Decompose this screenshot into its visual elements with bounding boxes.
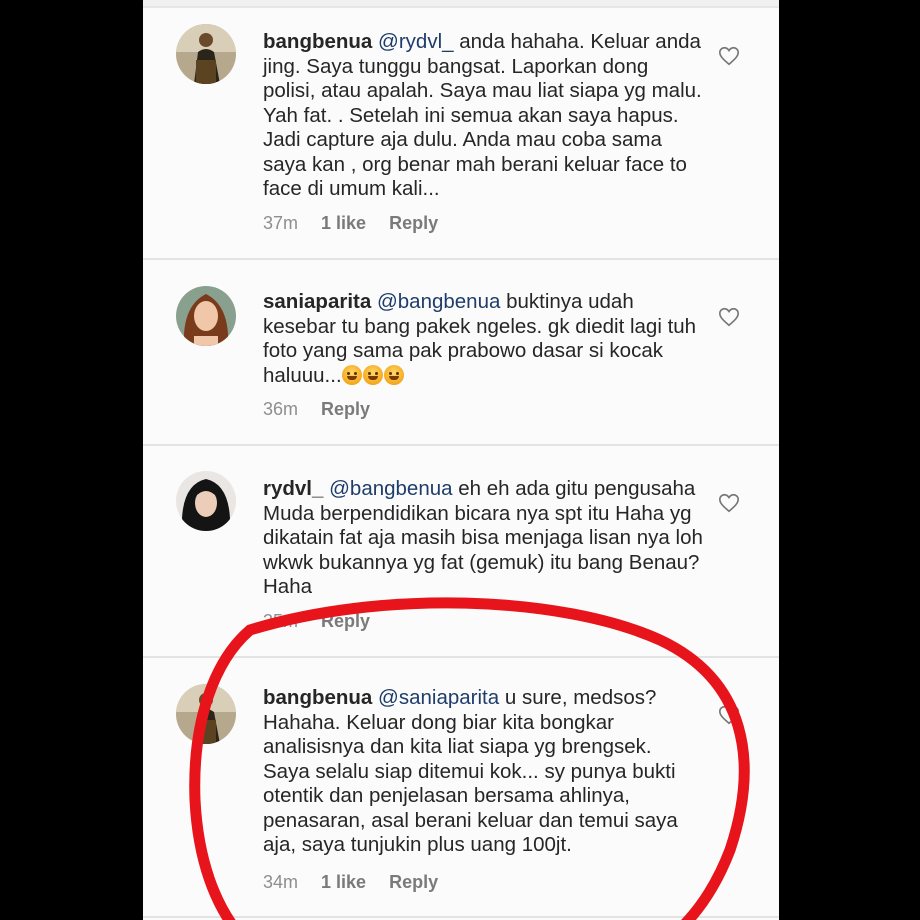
comment-meta: 35m Reply — [263, 611, 388, 632]
comment-text: bangbenua @rydvl_ anda hahaha. Keluar an… — [263, 30, 703, 202]
comment-body: anda hahaha. Keluar anda jing. Saya tung… — [263, 30, 702, 200]
comment-username[interactable]: rydvl_ — [263, 477, 323, 500]
comment-username[interactable]: bangbenua — [263, 30, 372, 53]
comment-divider — [143, 916, 779, 918]
comment-username[interactable]: saniaparita — [263, 290, 371, 313]
heart-icon[interactable] — [718, 704, 740, 726]
comments-screen: bangbenua @rydvl_ anda hahaha. Keluar an… — [143, 0, 779, 920]
comment-body: u sure, medsos? Hahaha. Keluar dong biar… — [263, 686, 678, 856]
heart-icon[interactable] — [718, 45, 740, 67]
reply-button[interactable]: Reply — [321, 611, 370, 631]
comment-meta: 34m 1 like Reply — [263, 872, 456, 893]
comment-meta: 37m 1 like Reply — [263, 213, 456, 234]
comment-divider — [143, 444, 779, 446]
comment-divider — [143, 258, 779, 260]
heart-icon[interactable] — [718, 306, 740, 328]
comment-mention[interactable]: @rydvl_ — [378, 30, 454, 53]
comment-divider — [143, 656, 779, 658]
smiley-emoji — [362, 364, 383, 385]
reply-button[interactable]: Reply — [389, 872, 438, 892]
smiley-emoji — [383, 364, 404, 385]
comment-meta: 36m Reply — [263, 399, 388, 420]
avatar-rydvl[interactable] — [176, 471, 236, 531]
comment-time: 37m — [263, 213, 299, 233]
avatar-saniaparita[interactable] — [176, 286, 236, 346]
smiley-emoji — [341, 364, 362, 385]
heart-icon[interactable] — [718, 492, 740, 514]
comment-time: 35m — [263, 611, 299, 631]
comment-likes[interactable]: 1 like — [321, 213, 366, 233]
comment-time: 34m — [263, 872, 299, 892]
comment-mention[interactable]: @bangbenua — [329, 477, 452, 500]
reply-button[interactable]: Reply — [389, 213, 438, 233]
comment-mention[interactable]: @saniaparita — [378, 686, 499, 709]
avatar-bangbenua[interactable] — [176, 24, 236, 84]
comment-username[interactable]: bangbenua — [263, 686, 372, 709]
reply-button[interactable]: Reply — [321, 399, 370, 419]
comment-text: saniaparita @bangbenua buktinya udah kes… — [263, 290, 703, 388]
comment-text: bangbenua @saniaparita u sure, medsos? H… — [263, 686, 703, 858]
comment-mention[interactable]: @bangbenua — [377, 290, 500, 313]
avatar-bangbenua[interactable] — [176, 684, 236, 744]
comment-text: rydvl_ @bangbenua eh eh ada gitu pengusa… — [263, 477, 703, 600]
comment-time: 36m — [263, 399, 299, 419]
top-divider — [143, 0, 779, 8]
comment-likes[interactable]: 1 like — [321, 872, 366, 892]
